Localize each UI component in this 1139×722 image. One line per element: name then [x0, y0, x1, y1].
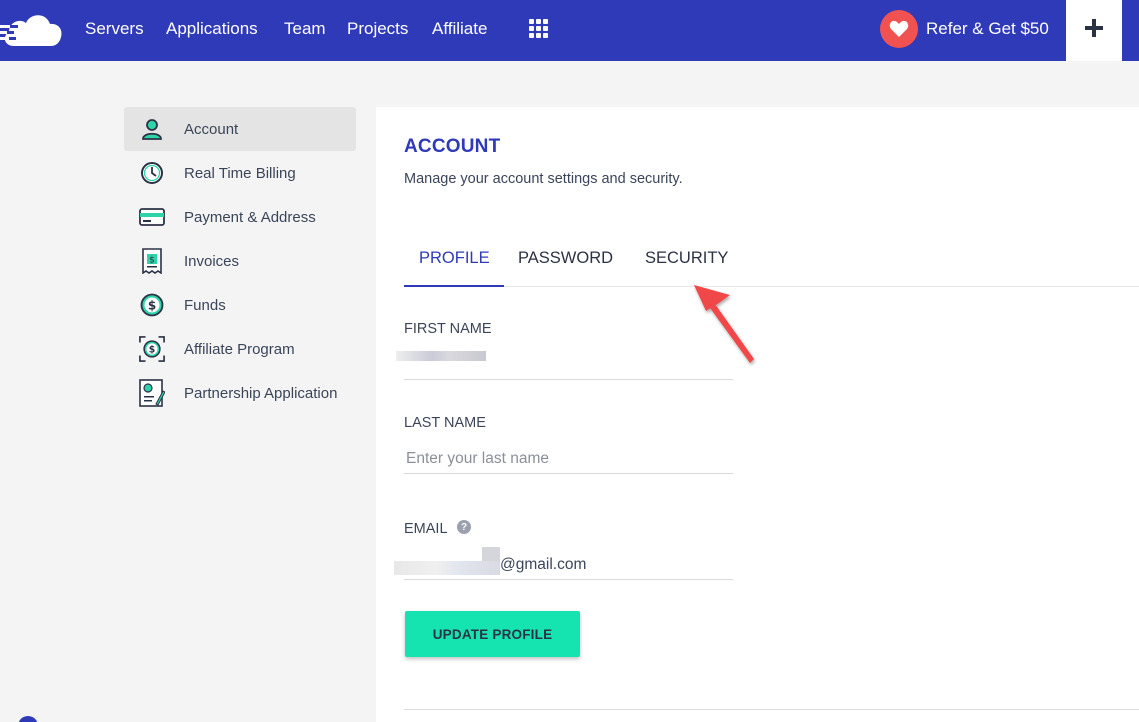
divider [404, 709, 1139, 710]
email-domain: @gmail.com [500, 556, 587, 573]
active-tab-indicator [404, 285, 504, 287]
sidebar-item-label: Invoices [184, 252, 240, 270]
tab-profile[interactable]: PROFILE [419, 249, 490, 268]
invoice-icon: $ [139, 248, 165, 274]
sidebar-item-real-time-billing[interactable]: Real Time Billing [124, 151, 356, 195]
sidebar-item-label: Affiliate Program [184, 340, 295, 358]
nav-applications[interactable]: Applications [166, 19, 258, 39]
heart-icon [880, 10, 918, 48]
svg-text:$: $ [148, 299, 156, 313]
tab-password[interactable]: PASSWORD [518, 249, 613, 268]
chat-launcher-icon[interactable] [18, 716, 38, 722]
redacted-email-user [394, 547, 500, 575]
email-label: EMAIL [404, 521, 448, 537]
add-button[interactable] [1066, 0, 1122, 61]
account-panel: ACCOUNT Manage your account settings and… [376, 107, 1139, 722]
plus-icon [1084, 18, 1104, 43]
refer-label: Refer & Get $50 [926, 19, 1049, 38]
apps-grid-icon[interactable] [529, 19, 549, 39]
sidebar-item-partnership-application[interactable]: Partnership Application [124, 371, 356, 415]
clock-icon [139, 160, 165, 186]
account-sidebar: Account Real Time Billing Payment & Addr… [124, 107, 356, 415]
page-subtitle: Manage your account settings and securit… [404, 171, 683, 187]
sidebar-item-label: Funds [184, 296, 226, 314]
top-navbar: Servers Applications Team Projects Affil… [0, 0, 1139, 61]
redacted-first-name [396, 351, 486, 361]
nav-affiliate[interactable]: Affiliate [432, 19, 487, 39]
sidebar-item-label: Account [184, 120, 239, 138]
dollar-coin-icon: $ [139, 292, 165, 318]
page-title: ACCOUNT [404, 136, 501, 157]
help-icon[interactable]: ? [457, 520, 471, 534]
sidebar-item-label: Payment & Address [184, 208, 316, 226]
nav-servers[interactable]: Servers [85, 19, 144, 39]
sidebar-item-label: Partnership Application [184, 384, 338, 402]
sidebar-item-funds[interactable]: $ Funds [124, 283, 356, 327]
refer-button[interactable]: Refer & Get $50 [880, 10, 1049, 48]
user-icon [139, 116, 165, 142]
tab-security[interactable]: SECURITY [645, 249, 728, 268]
account-tabs: PROFILE PASSWORD SECURITY [404, 244, 1139, 287]
sidebar-item-affiliate-program[interactable]: $ Affiliate Program [124, 327, 356, 371]
sidebar-item-invoices[interactable]: $ Invoices [124, 239, 356, 283]
first-name-label: FIRST NAME [404, 321, 492, 337]
certificate-icon [139, 379, 165, 407]
sidebar-item-label: Real Time Billing [184, 164, 296, 182]
annotation-arrow-icon [684, 275, 764, 375]
last-name-label: LAST NAME [404, 415, 486, 431]
sidebar-item-payment-address[interactable]: Payment & Address [124, 195, 356, 239]
svg-text:$: $ [149, 256, 155, 266]
svg-text:$: $ [149, 345, 155, 356]
affiliate-dollar-icon: $ [139, 336, 165, 362]
nav-projects[interactable]: Projects [347, 19, 408, 39]
update-profile-button[interactable]: UPDATE PROFILE [405, 611, 580, 657]
last-name-field[interactable] [404, 444, 733, 474]
credit-card-icon [139, 204, 165, 230]
sidebar-item-account[interactable]: Account [124, 107, 356, 151]
cloudways-logo-icon[interactable] [0, 10, 64, 48]
nav-team[interactable]: Team [284, 19, 326, 39]
